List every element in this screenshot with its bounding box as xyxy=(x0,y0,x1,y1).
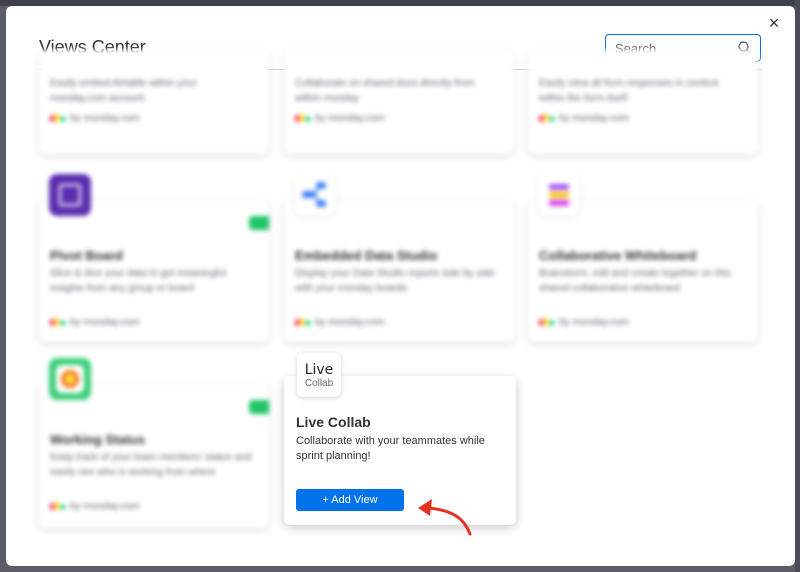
installed-toggle[interactable] xyxy=(249,216,269,230)
monday-logo-icon xyxy=(50,114,66,123)
live-collab-logo-line2: Collab xyxy=(304,378,334,389)
pivot-board-icon xyxy=(49,174,91,216)
data-studio-icon xyxy=(294,174,336,216)
backdrop-edge xyxy=(795,0,800,572)
card-description: Easily view all form responses in contex… xyxy=(539,78,719,104)
monday-logo-icon xyxy=(50,502,66,511)
monday-logo-icon xyxy=(539,114,555,123)
card-author: by monday.com xyxy=(295,113,385,124)
card-author: by monday.com xyxy=(50,501,140,512)
card-title: Working Status xyxy=(50,432,146,447)
add-view-button[interactable]: + Add View xyxy=(296,489,404,511)
view-card-embedded-data-studio[interactable]: Embedded Data Studio Display your Data S… xyxy=(284,174,514,342)
close-icon[interactable]: × xyxy=(765,14,783,32)
card-author: by monday.com xyxy=(295,317,385,328)
view-card-pivot-board[interactable]: Pivot Board Slice & dice your data to ge… xyxy=(39,174,269,342)
annotation-arrow-icon xyxy=(418,499,472,536)
card-description: Collaborate on shared docs directly from… xyxy=(295,78,475,104)
view-card-live-collab[interactable]: Live Collab Live Collab Collaborate with… xyxy=(284,353,516,525)
live-collab-logo-line1: Live xyxy=(304,362,334,378)
view-card-collaborative-whiteboard[interactable]: Collaborative Whiteboard Brainstorm, edi… xyxy=(528,174,758,342)
monday-logo-icon xyxy=(295,318,311,327)
view-card[interactable]: Easily embed Airtable within your monday… xyxy=(39,50,269,154)
card-description: Collaborate with your teammates while sp… xyxy=(296,435,485,462)
card-title: Live Collab xyxy=(296,414,371,430)
card-description: Slice & dice your data to get meaningful… xyxy=(50,268,227,294)
installed-toggle[interactable] xyxy=(249,400,269,414)
card-author: by monday.com xyxy=(50,113,140,124)
view-card[interactable]: Easily view all form responses in contex… xyxy=(528,50,758,154)
monday-logo-icon xyxy=(539,318,555,327)
monday-logo-icon xyxy=(295,114,311,123)
card-author: by monday.com xyxy=(539,317,629,328)
views-center-modal: × Views Center Easily embed Airtable wit… xyxy=(6,6,795,566)
whiteboard-icon xyxy=(538,174,580,216)
working-status-icon xyxy=(49,358,91,400)
card-description: Keep track of your team members' status … xyxy=(50,452,252,478)
card-title: Embedded Data Studio xyxy=(295,248,438,263)
card-author: by monday.com xyxy=(50,317,140,328)
card-description: Display your Data Studio reports side by… xyxy=(295,268,495,294)
card-description: Easily embed Airtable within your monday… xyxy=(50,78,197,104)
card-title: Collaborative Whiteboard xyxy=(539,248,697,263)
live-collab-logo: Live Collab xyxy=(297,353,341,397)
card-title: Pivot Board xyxy=(50,248,123,263)
monday-logo-icon xyxy=(50,318,66,327)
view-card[interactable]: Collaborate on shared docs directly from… xyxy=(284,50,514,154)
view-card-working-status[interactable]: Working Status Keep track of your team m… xyxy=(39,358,269,528)
card-author: by monday.com xyxy=(539,113,629,124)
card-description: Brainstorm, edit and create together on … xyxy=(539,268,731,294)
